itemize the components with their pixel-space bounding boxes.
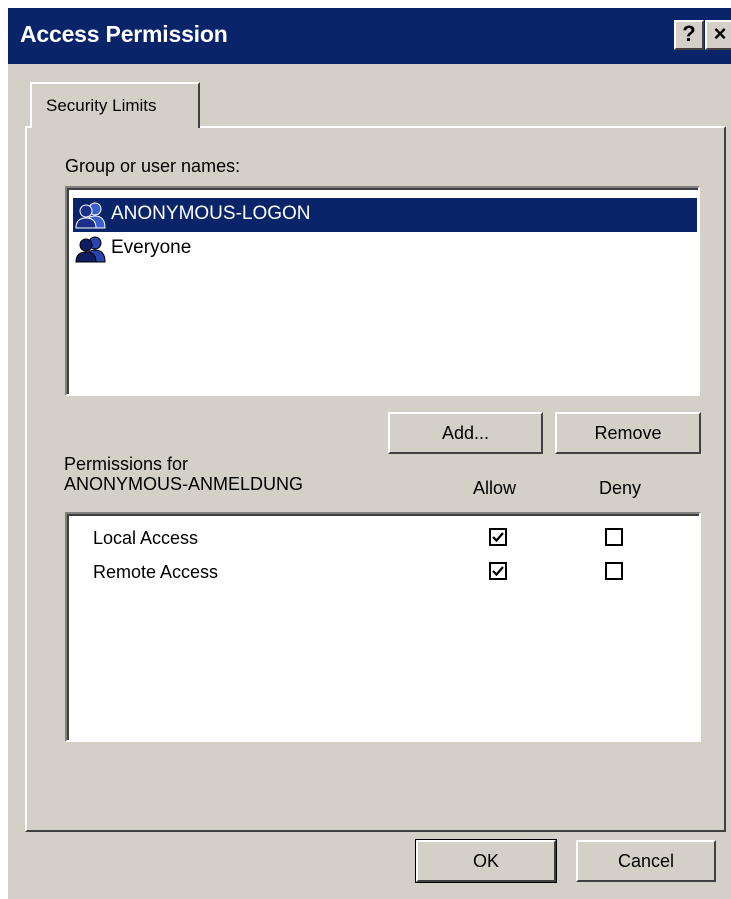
deny-column-header: Deny: [599, 478, 642, 498]
allow-column-header: Allow: [473, 478, 517, 498]
cancel-button[interactable]: Cancel: [576, 840, 716, 882]
check-icon: [492, 532, 504, 543]
permission-name: Local Access: [93, 528, 199, 548]
deny-checkbox[interactable]: [605, 528, 623, 546]
group-names-label: Group or user names:: [65, 156, 241, 176]
user-name: ANONYMOUS-LOGON: [111, 203, 311, 224]
add-button[interactable]: Add...: [388, 412, 543, 454]
permissions-for-label: Permissions for: [64, 454, 189, 474]
access-permission-dialog: Access Permission ? × Security Limits Gr…: [8, 8, 731, 899]
close-button[interactable]: ×: [705, 20, 731, 50]
permissions-user-label: ANONYMOUS-ANMELDUNG: [64, 474, 304, 494]
ok-button[interactable]: OK: [415, 839, 557, 883]
remove-button[interactable]: Remove: [555, 412, 701, 454]
permission-name: Remote Access: [93, 562, 219, 582]
tab-label: Security Limits: [46, 96, 157, 115]
user-name: Everyone: [111, 237, 192, 258]
tab-security-limits[interactable]: Security Limits: [30, 82, 200, 128]
title-bar: Access Permission ? ×: [8, 8, 731, 64]
allow-checkbox[interactable]: [489, 528, 507, 546]
check-icon: [492, 566, 504, 577]
permission-row-local-access: Local Access: [69, 522, 699, 556]
list-item-everyone[interactable]: Everyone: [73, 232, 697, 266]
deny-checkbox[interactable]: [605, 562, 623, 580]
window-title: Access Permission: [20, 21, 228, 47]
user-group-icon: [75, 202, 106, 229]
allow-checkbox[interactable]: [489, 562, 507, 580]
user-listbox[interactable]: ANONYMOUS-LOGON Everyone: [65, 186, 700, 396]
permission-row-remote-access: Remote Access: [69, 556, 699, 590]
permissions-list: Local Access Remote Access: [65, 512, 701, 742]
help-button[interactable]: ?: [674, 20, 704, 50]
list-item-anonymous-logon[interactable]: ANONYMOUS-LOGON: [73, 198, 697, 232]
user-group-icon: [75, 236, 106, 263]
tab-panel: Group or user names: ANONYMOUS-LOGON Eve…: [25, 126, 726, 832]
